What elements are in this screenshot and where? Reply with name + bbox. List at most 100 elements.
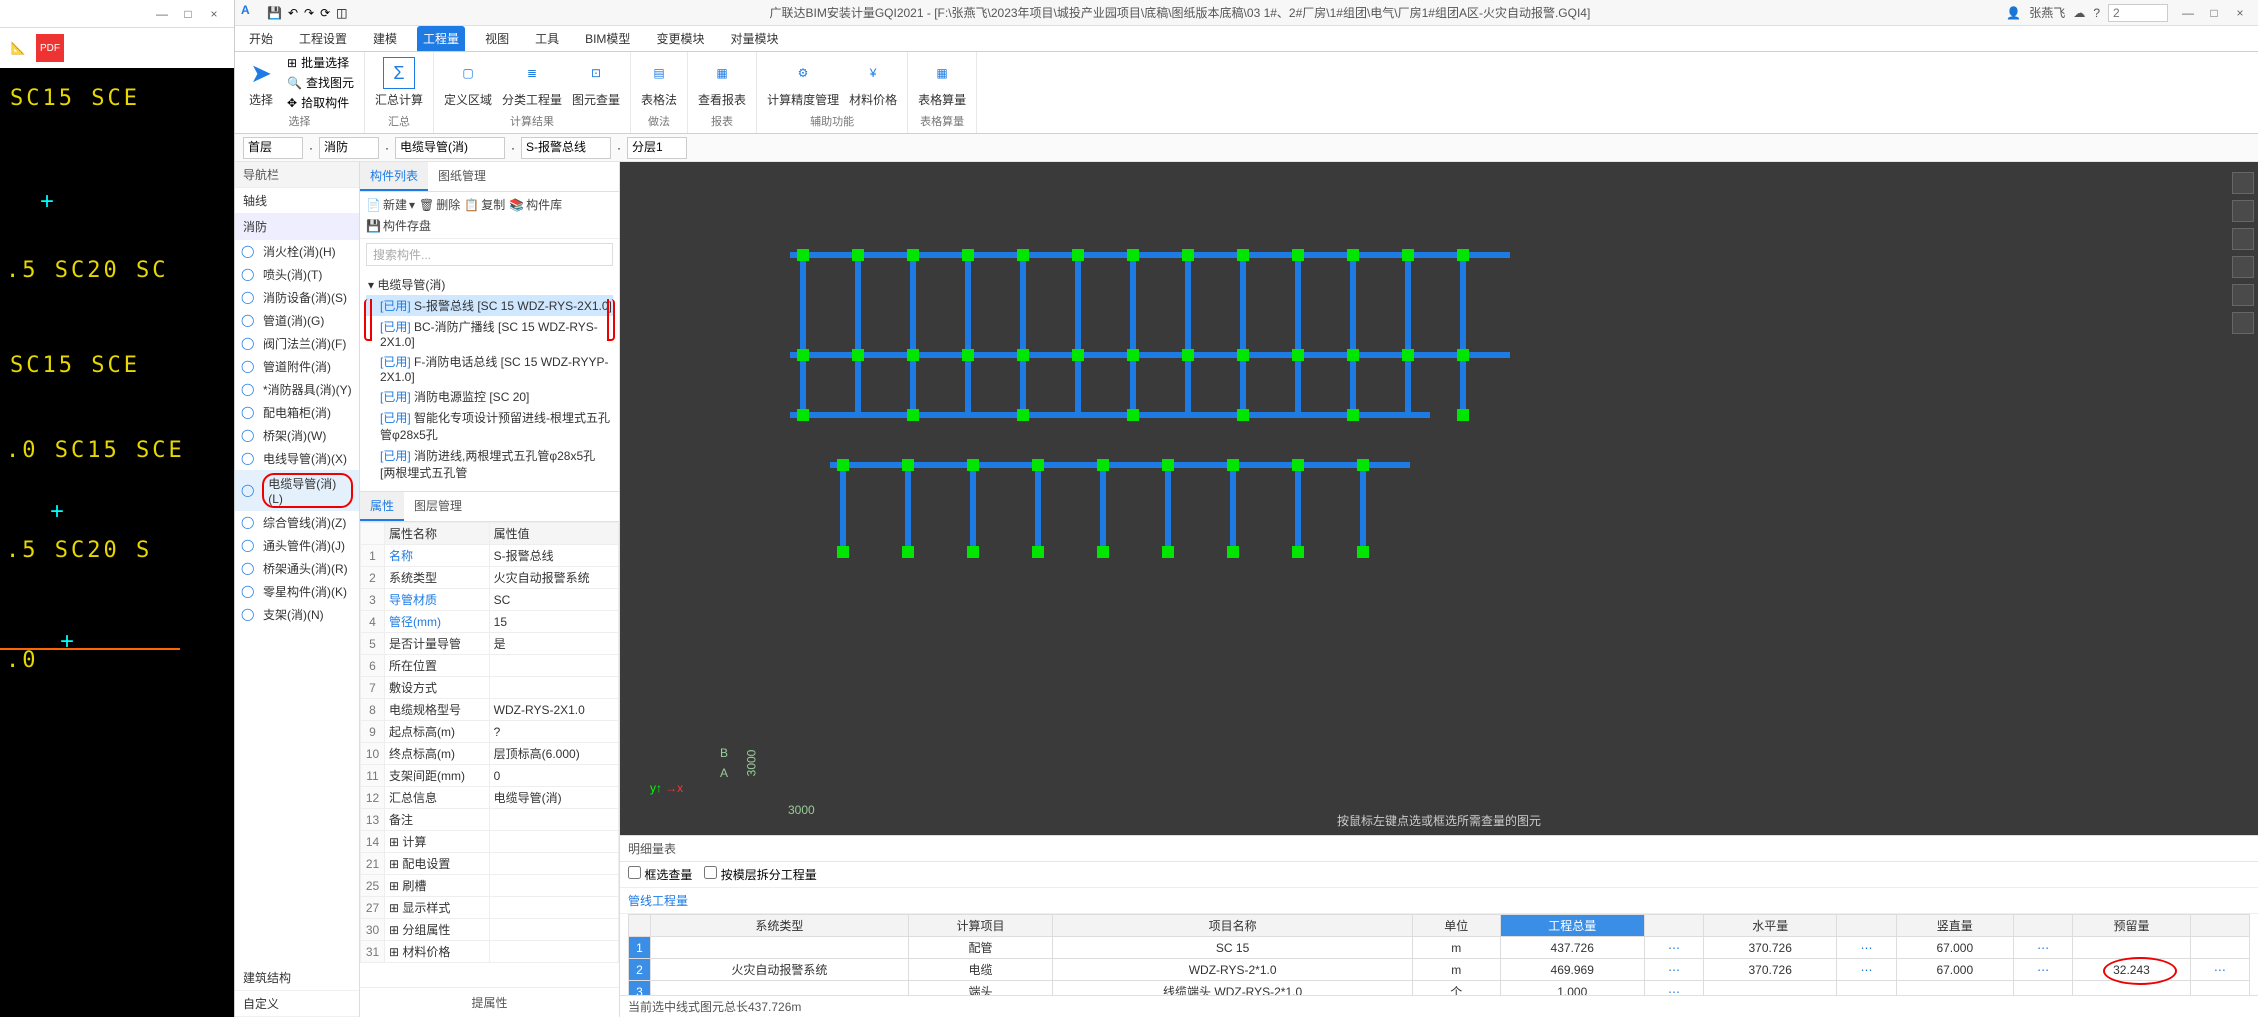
pipe-node[interactable] bbox=[1347, 349, 1359, 361]
vtool-1[interactable] bbox=[2232, 172, 2254, 194]
ribbon-tab[interactable]: 开始 bbox=[243, 26, 279, 51]
tree-item[interactable]: [已用] F-消防电话总线 [SC 15 WDZ-RYYP-2X1.0] bbox=[366, 351, 613, 386]
ellipsis-button[interactable]: ⋯ bbox=[2037, 941, 2049, 955]
pipe-node[interactable] bbox=[1182, 249, 1194, 261]
prop-value[interactable]: WDZ-RYS-2X1.0 bbox=[489, 699, 618, 721]
nav-item[interactable]: ◯喷头(消)(T) bbox=[235, 263, 359, 286]
prop-value[interactable] bbox=[489, 831, 618, 853]
prop-value[interactable] bbox=[489, 655, 618, 677]
precision-button[interactable]: ⚙计算精度管理 bbox=[767, 57, 839, 108]
ellipsis-button[interactable]: ⋯ bbox=[1860, 963, 1872, 977]
pdf-max-button[interactable]: □ bbox=[176, 7, 200, 21]
ellipsis-button[interactable]: ⋯ bbox=[1668, 963, 1680, 977]
header-search-input[interactable] bbox=[2108, 4, 2168, 22]
prop-value[interactable]: S-报警总线 bbox=[489, 545, 618, 567]
opt-box-select[interactable]: 框选查量 bbox=[628, 866, 692, 883]
nav-item[interactable]: ◯配电箱柜(消) bbox=[235, 401, 359, 424]
pipe-node[interactable] bbox=[1292, 349, 1304, 361]
pipe-segment[interactable] bbox=[790, 412, 1430, 418]
nav-item[interactable]: ◯桥架通头(消)(R) bbox=[235, 557, 359, 580]
qat-rect-icon[interactable]: ◫ bbox=[336, 6, 347, 20]
pipe-node[interactable] bbox=[1347, 249, 1359, 261]
pipe-segment[interactable] bbox=[1350, 252, 1356, 412]
vtool-5[interactable] bbox=[2232, 284, 2254, 306]
ribbon-tab-active[interactable]: 工程量 bbox=[417, 26, 465, 51]
qat-redo-icon[interactable]: ↷ bbox=[304, 6, 314, 20]
property-row[interactable]: 21⊞ 配电设置 bbox=[361, 853, 619, 875]
property-row[interactable]: 14⊞ 计算 bbox=[361, 831, 619, 853]
pipe-segment[interactable] bbox=[840, 462, 846, 552]
ellipsis-button[interactable]: ⋯ bbox=[1668, 941, 1680, 955]
prop-value[interactable] bbox=[489, 941, 618, 963]
pipe-node[interactable] bbox=[1347, 409, 1359, 421]
pipe-segment[interactable] bbox=[1295, 462, 1301, 552]
result-cell[interactable]: ⋯ bbox=[2190, 959, 2249, 981]
app-close-button[interactable]: × bbox=[2228, 6, 2252, 20]
prop-value[interactable]: ? bbox=[489, 721, 618, 743]
nav-item[interactable]: ◯零星构件(消)(K) bbox=[235, 580, 359, 603]
prop-value[interactable] bbox=[489, 853, 618, 875]
pipe-node[interactable] bbox=[962, 249, 974, 261]
vtool-6[interactable] bbox=[2232, 312, 2254, 334]
ribbon-tab[interactable]: 变更模块 bbox=[650, 26, 710, 51]
pipe-node[interactable] bbox=[907, 409, 919, 421]
ribbon-tab[interactable]: 视图 bbox=[479, 26, 515, 51]
prop-value[interactable]: 是 bbox=[489, 633, 618, 655]
pipe-node[interactable] bbox=[1292, 249, 1304, 261]
ellipsis-button[interactable]: ⋯ bbox=[2214, 963, 2226, 977]
user-icon[interactable]: 👤 bbox=[2006, 6, 2021, 20]
save-comp-button[interactable]: 💾构件存盘 bbox=[366, 217, 431, 234]
nav-section-active[interactable]: 消防 bbox=[235, 214, 359, 240]
pipe-node[interactable] bbox=[1402, 349, 1414, 361]
pipe-node[interactable] bbox=[1237, 409, 1249, 421]
pipe-node[interactable] bbox=[902, 459, 914, 471]
nav-section[interactable]: 建筑结构 bbox=[235, 965, 359, 991]
result-row[interactable]: 3端头线缆端头 WDZ-RYS-2*1.0个1.000⋯ bbox=[629, 981, 2250, 996]
property-row[interactable]: 9起点标高(m)? bbox=[361, 721, 619, 743]
pipe-node[interactable] bbox=[1357, 546, 1369, 558]
pipe-segment[interactable] bbox=[1130, 252, 1136, 412]
ribbon-tab[interactable]: 工程设置 bbox=[293, 26, 353, 51]
subtab-pipe[interactable]: 管线工程量 bbox=[620, 888, 2258, 914]
app-max-button[interactable]: □ bbox=[2202, 6, 2226, 20]
result-row[interactable]: 1配管SC 15m437.726⋯370.726⋯67.000⋯ bbox=[629, 937, 2250, 959]
pipe-segment[interactable] bbox=[1460, 252, 1466, 412]
pipe-node[interactable] bbox=[907, 249, 919, 261]
copy-button[interactable]: 📋复制 bbox=[464, 196, 505, 213]
report-button[interactable]: ▦查看报表 bbox=[698, 57, 746, 108]
pipe-segment[interactable] bbox=[1035, 462, 1041, 552]
property-row[interactable]: 8电缆规格型号WDZ-RYS-2X1.0 bbox=[361, 699, 619, 721]
property-row[interactable]: 31⊞ 材料价格 bbox=[361, 941, 619, 963]
ribbon-tab[interactable]: 对量模块 bbox=[724, 26, 784, 51]
pipe-segment[interactable] bbox=[910, 252, 916, 412]
pipe-node[interactable] bbox=[837, 546, 849, 558]
pipe-node[interactable] bbox=[1097, 459, 1109, 471]
pipe-node[interactable] bbox=[1237, 349, 1249, 361]
pipe-segment[interactable] bbox=[1100, 462, 1106, 552]
tree-item[interactable]: [已用] 消防电源监控 [SC 20] bbox=[366, 386, 613, 407]
tab-layer-manage[interactable]: 图层管理 bbox=[404, 492, 472, 521]
result-cell[interactable]: ⋯ bbox=[1644, 981, 1703, 996]
pdf-ruler-icon[interactable]: 📐 bbox=[4, 34, 32, 62]
element-button[interactable]: ⊡图元查量 bbox=[572, 57, 620, 108]
layer-dropdown[interactable]: 分层1 bbox=[627, 137, 687, 159]
select-tool-button[interactable]: ➤选择 bbox=[245, 57, 277, 108]
prop-value[interactable]: 电缆导管(消) bbox=[489, 787, 618, 809]
pipe-segment[interactable] bbox=[1230, 462, 1236, 552]
pick-component-button[interactable]: ✥拾取构件 bbox=[287, 94, 354, 111]
pipe-node[interactable] bbox=[1457, 349, 1469, 361]
user-name[interactable]: 张燕飞 bbox=[2029, 4, 2065, 21]
pipe-segment[interactable] bbox=[1295, 252, 1301, 412]
batch-select-button[interactable]: ⊞批量选择 bbox=[287, 54, 354, 71]
pipe-segment[interactable] bbox=[970, 462, 976, 552]
pipe-node[interactable] bbox=[852, 249, 864, 261]
prop-value[interactable]: 火灾自动报警系统 bbox=[489, 567, 618, 589]
cloud-icon[interactable]: ☁ bbox=[2073, 6, 2085, 20]
ellipsis-button[interactable]: ⋯ bbox=[1860, 941, 1872, 955]
property-row[interactable]: 11支架间距(mm)0 bbox=[361, 765, 619, 787]
pipe-node[interactable] bbox=[1127, 249, 1139, 261]
viewport[interactable]: A B 3000 3000 y↑ →x 按鼠标左键点选或框选所需查量的图元 bbox=[620, 162, 2258, 835]
property-row[interactable]: 6所在位置 bbox=[361, 655, 619, 677]
pipe-segment[interactable] bbox=[1075, 252, 1081, 412]
nav-item[interactable]: ◯桥架(消)(W) bbox=[235, 424, 359, 447]
